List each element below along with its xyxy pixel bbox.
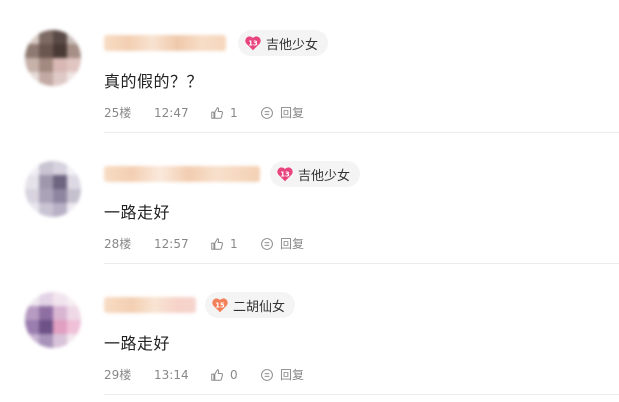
floor-number: 28楼 [104, 237, 132, 251]
comment-time: 13:14 [154, 367, 189, 382]
comment-text: 一路走好 [104, 203, 171, 222]
comment-text: 真的假的？？ [104, 72, 204, 91]
like-count: 1 [230, 105, 238, 120]
like-count: 1 [230, 236, 238, 251]
svg-text:13: 13 [248, 40, 258, 48]
reply-bubble-icon [261, 368, 273, 381]
reply-bubble-icon [261, 237, 273, 250]
username-blurred[interactable] [104, 166, 260, 182]
heart-badge-icon: 13 [245, 36, 261, 51]
comment-time: 12:57 [154, 236, 189, 251]
like-count: 0 [230, 367, 238, 382]
reply-button[interactable]: 回复 [260, 235, 304, 252]
comment-meta: 28楼 12:57 1 回复 [104, 235, 304, 252]
avatar[interactable] [25, 292, 81, 348]
floor-number: 25楼 [104, 106, 132, 120]
badge-name: 二胡仙女 [233, 299, 286, 315]
username-blurred[interactable] [104, 35, 226, 51]
username-blurred[interactable] [104, 297, 196, 313]
badge-name: 吉他少女 [298, 168, 351, 184]
reply-button[interactable]: 回复 [260, 104, 304, 121]
avatar[interactable] [25, 30, 81, 86]
reply-bubble-icon [261, 106, 273, 119]
comment-meta: 29楼 13:14 0 回复 [104, 366, 304, 383]
svg-text:13: 13 [280, 171, 290, 179]
svg-text:15: 15 [215, 302, 225, 310]
reply-label: 回复 [280, 237, 305, 251]
reply-button[interactable]: 回复 [260, 366, 304, 383]
fan-level-badge[interactable]: 13 吉他少女 [270, 161, 361, 187]
divider [104, 394, 619, 395]
reply-label: 回复 [280, 368, 305, 382]
comment-item: 13 吉他少女 一路走好 28楼 12:57 1 回复 [0, 133, 619, 264]
reply-label: 回复 [280, 106, 305, 120]
like-button[interactable]: 1 [210, 237, 260, 251]
heart-badge-icon: 15 [212, 298, 228, 313]
like-button[interactable]: 1 [210, 106, 260, 120]
thumb-up-icon [211, 368, 223, 381]
comment-item: 15 二胡仙女 一路走好 29楼 13:14 0 回复 [0, 264, 619, 395]
fan-level-badge[interactable]: 13 吉他少女 [238, 30, 329, 56]
comment-item: 13 吉他少女 真的假的？？ 25楼 12:47 1 回复 [0, 2, 619, 133]
heart-badge-icon: 13 [277, 167, 293, 182]
fan-level-badge[interactable]: 15 二胡仙女 [205, 292, 296, 318]
floor-number: 29楼 [104, 368, 132, 382]
comment-meta: 25楼 12:47 1 回复 [104, 104, 304, 121]
badge-name: 吉他少女 [266, 37, 319, 53]
thumb-up-icon [211, 237, 223, 250]
like-button[interactable]: 0 [210, 368, 260, 382]
thumb-up-icon [211, 106, 223, 119]
comment-text: 一路走好 [104, 334, 171, 353]
avatar[interactable] [25, 161, 81, 217]
comment-time: 12:47 [154, 105, 189, 120]
